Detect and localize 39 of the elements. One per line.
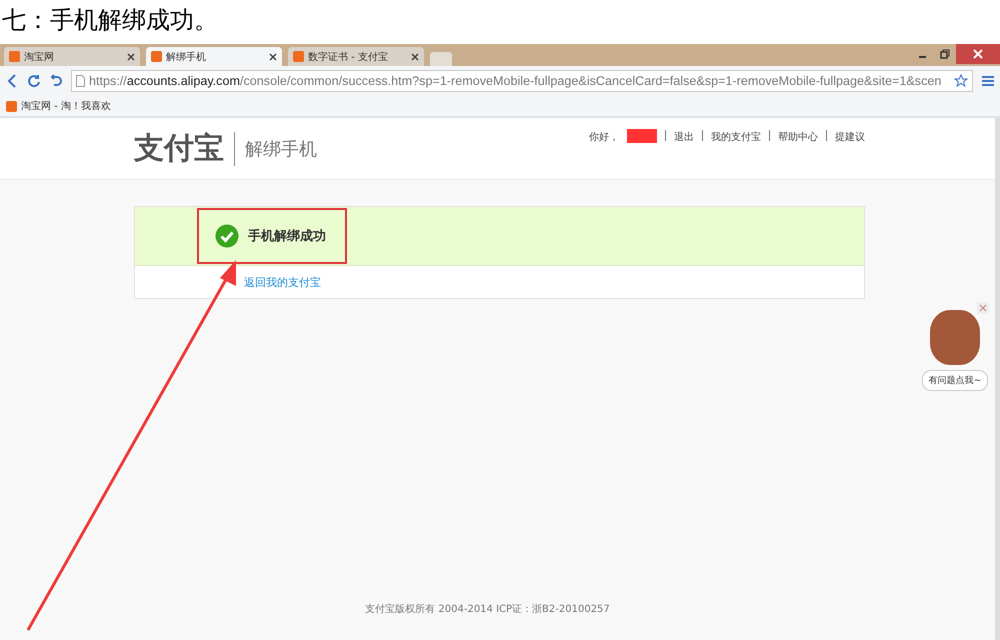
browser-tab[interactable]: 解绑手机 [146,47,282,66]
page-icon [76,75,85,87]
url-text: https://accounts.alipay.com/console/common/success.htm?sp=1-removeMobile-fullpage&isCancelCard=false&sp=1-removeMobile-fullpage&site=1&scen [89,74,942,88]
avatar-placeholder[interactable] [930,310,980,365]
close-icon [973,49,983,59]
close-icon[interactable] [269,52,277,60]
page-title: 解绑手机 [245,138,317,160]
nav-link[interactable]: 提建议 [835,130,865,144]
back-icon[interactable] [6,74,18,88]
bookmark-item[interactable]: 淘宝网 - 淘！我喜欢 [6,99,111,113]
nav-link[interactable]: 帮助中心 [778,130,818,144]
site-favicon-icon [9,51,20,62]
copyright-text: 支付宝版权所有 2004-2014 ICP证：浙B2-20100257 [364,602,611,616]
tab-title: 数字证书 - 支付宝 [308,50,389,64]
logo[interactable]: 支付宝 [134,132,235,166]
site-favicon-icon [6,100,17,112]
browser-tab[interactable]: 淘宝网 [4,47,140,66]
tab-title: 淘宝网 [24,50,55,64]
site-favicon-icon [293,51,304,62]
greeting-text: 你好， [589,131,619,144]
browser-tab[interactable]: 数字证书 - 支付宝 [288,47,424,66]
help-bubble[interactable]: 有问题点我~ [922,370,988,391]
success-message: 手机解绑成功 [248,228,326,245]
undo-icon[interactable] [50,74,62,88]
tab-title: 解绑手机 [166,50,207,64]
menu-icon[interactable] [982,75,994,87]
site-favicon-icon [151,51,162,62]
nav-link[interactable]: 退出 [674,130,694,144]
tutorial-heading: 七：手机解绑成功。 [1,5,219,36]
check-icon [215,224,239,248]
redacted-username [627,129,657,143]
return-link[interactable]: 返回我的支付宝 [244,274,321,290]
nav-link[interactable]: 我的支付宝 [711,130,761,144]
star-icon[interactable] [954,74,968,88]
close-icon[interactable] [411,52,419,60]
close-icon[interactable] [127,52,135,60]
reload-icon[interactable] [27,74,41,88]
address-bar[interactable]: https://accounts.alipay.com/console/common/success.htm?sp=1-removeMobile-fullpage&isCancelCard=false&sp=1-removeMobile-fullpage&site=1&scen [71,70,973,92]
close-window-button[interactable] [956,44,1000,64]
